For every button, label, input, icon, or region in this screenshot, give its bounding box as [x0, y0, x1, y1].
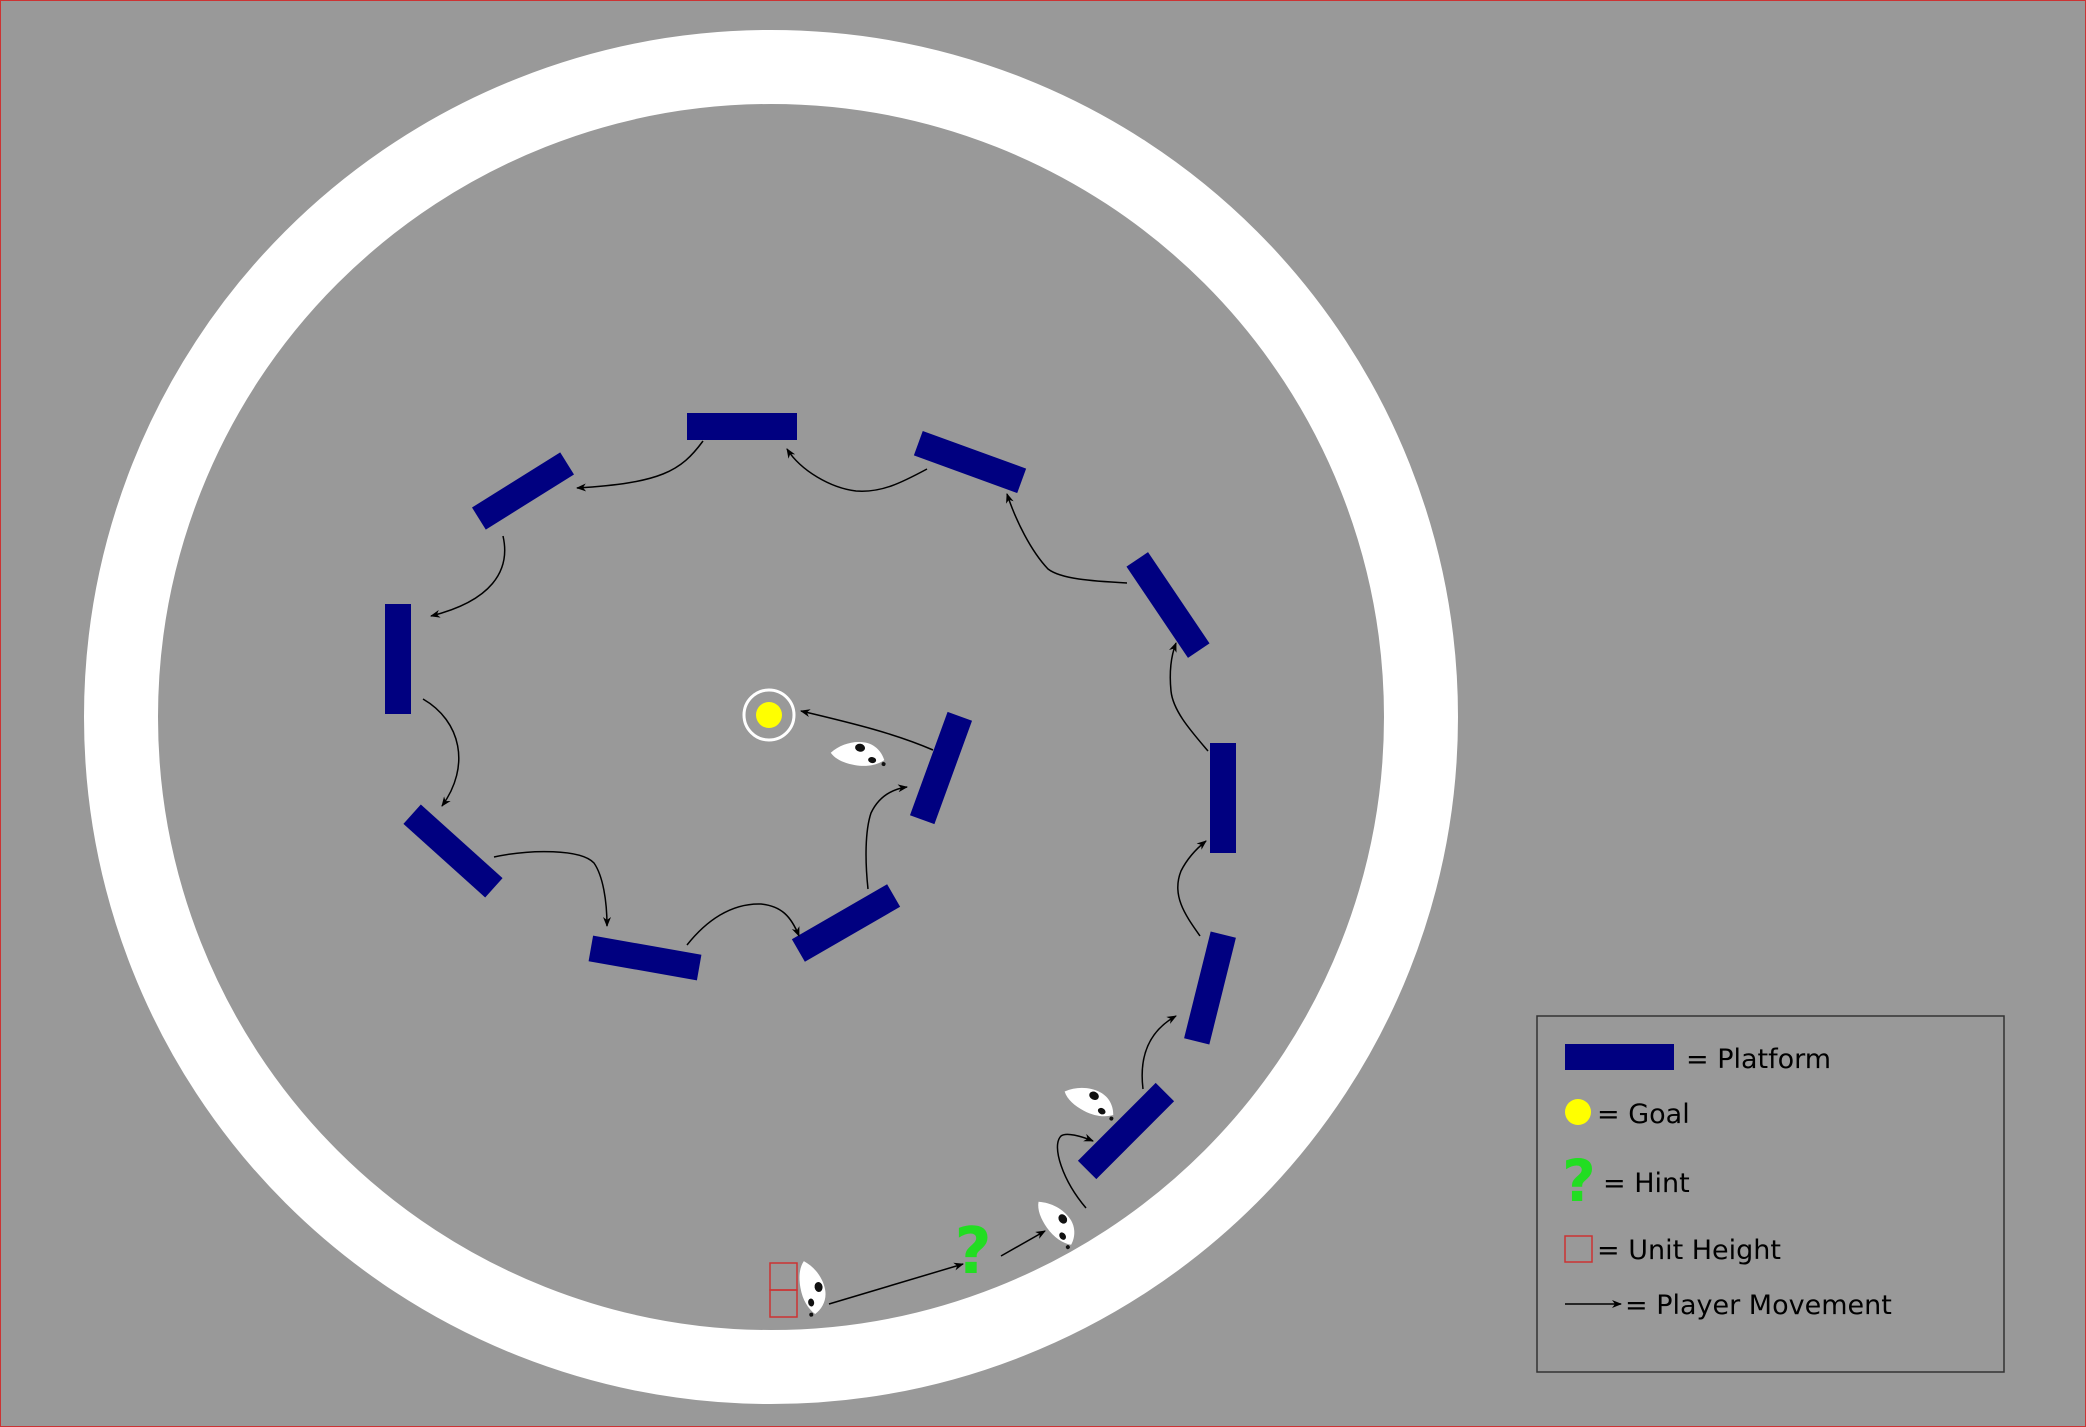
movement-arrow: [1169, 642, 1209, 752]
legend-goal-label: = Goal: [1597, 1099, 1690, 1130]
player-mouse-icon: [1060, 1077, 1122, 1125]
platform: [385, 604, 411, 714]
unit-height-box-icon: [769, 1262, 798, 1291]
legend: = Platform = Goal ? = Hint = Unit Height…: [1536, 1015, 2005, 1373]
arena-diagram: ? = Platform = Goal ? = Hint = Unit Heig…: [84, 30, 2005, 1404]
movement-arrow: [865, 784, 908, 890]
platform: [909, 711, 973, 825]
legend-platform-label: = Platform: [1686, 1044, 1831, 1075]
movement-arrow: [786, 448, 928, 492]
player-mouse-icon: [829, 736, 889, 771]
movement-arrow: [828, 1262, 964, 1305]
goal-icon: [1565, 1099, 1591, 1125]
unit-height-box-icon: [1564, 1235, 1593, 1263]
platform: [687, 413, 797, 440]
hint-question-icon: ?: [1562, 1147, 1596, 1215]
unit-height-boxes: [769, 1262, 798, 1318]
game-map: ? = Platform = Goal ? = Hint = Unit Heig…: [0, 0, 2086, 1427]
goal: [742, 688, 796, 742]
movement-arrow: [422, 698, 460, 807]
legend-player-movement-label: = Player Movement: [1625, 1290, 1892, 1321]
player-mouse-icon: [1031, 1192, 1084, 1253]
goal-icon: [756, 702, 782, 728]
hint-question-icon: ?: [954, 1215, 991, 1289]
movement-arrow: [1056, 1133, 1094, 1209]
legend-unit-height-label: = Unit Height: [1597, 1235, 1781, 1266]
movement-arrow: [430, 535, 506, 618]
platforms: [385, 413, 1236, 1180]
platform: [472, 452, 574, 530]
movement-arrow: [1141, 1015, 1177, 1090]
movement-arrow: [493, 850, 611, 927]
platform: [1210, 743, 1236, 853]
legend-platform-swatch: [1565, 1044, 1674, 1070]
movement-arrow: [1000, 1230, 1046, 1257]
platform: [913, 430, 1027, 494]
platform: [1126, 552, 1210, 658]
platform: [1184, 931, 1236, 1045]
movement-arrow: [1006, 493, 1128, 584]
legend-hint-label: = Hint: [1603, 1168, 1690, 1199]
platform: [791, 884, 901, 962]
platform: [403, 804, 503, 898]
player-mouse-icon: [795, 1258, 830, 1318]
movement-arrow: [686, 903, 800, 946]
movement-arrow: [576, 440, 704, 492]
unit-height-box-icon: [769, 1289, 798, 1318]
platform: [588, 935, 702, 981]
movement-arrow: [1177, 840, 1207, 937]
player-movement-paths: [422, 440, 1209, 1305]
